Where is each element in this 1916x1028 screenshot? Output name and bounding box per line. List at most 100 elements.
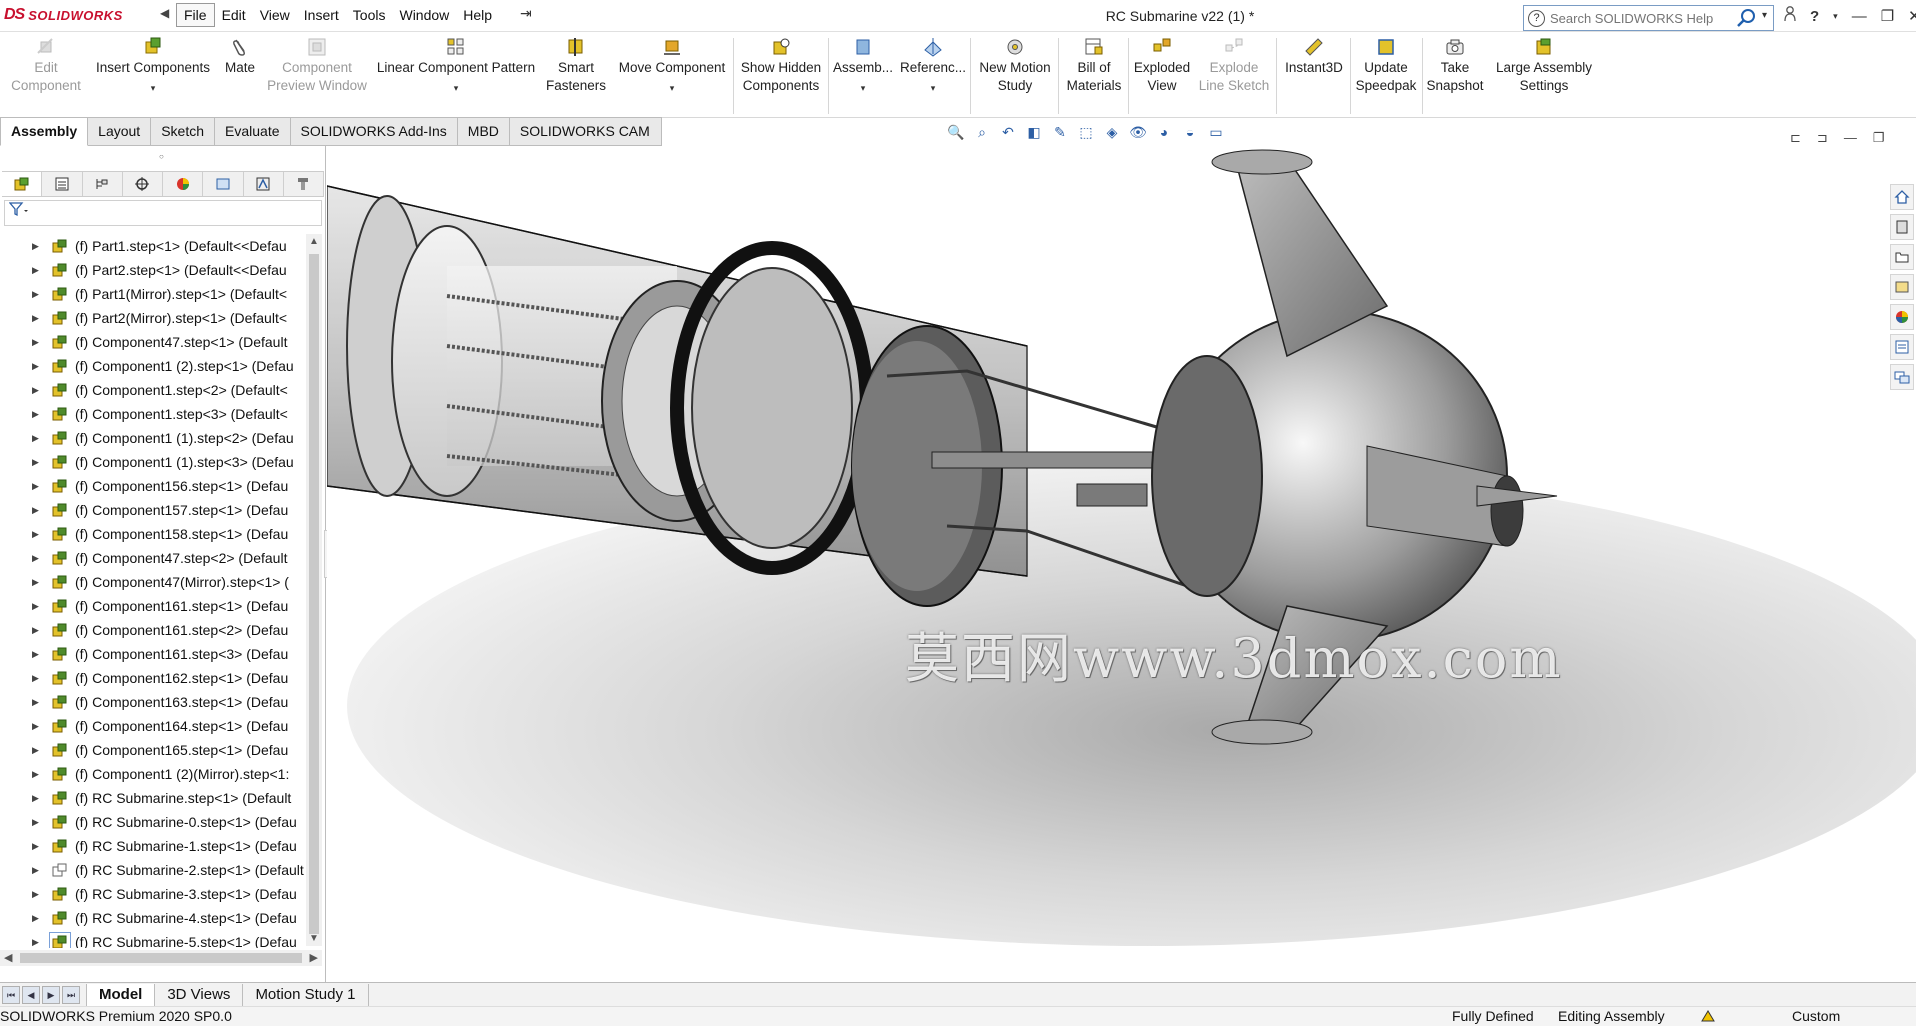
- smart-fasteners-button[interactable]: Smart Fasteners: [544, 36, 608, 95]
- tree-item[interactable]: ▶ (f) RC Submarine-2.step<1> (Default: [0, 858, 306, 882]
- tree-item[interactable]: ▶ (f) Component161.step<3> (Defau: [0, 642, 306, 666]
- tree-item[interactable]: ▶ (f) Component162.step<1> (Defau: [0, 666, 306, 690]
- move-component-dropdown-icon[interactable]: ▾: [670, 79, 675, 97]
- expand-arrow-icon[interactable]: ▶: [32, 649, 50, 660]
- scroll-right-icon[interactable]: ▶: [310, 951, 318, 964]
- explode-line-sketch-button[interactable]: Explode Line Sketch: [1196, 36, 1272, 95]
- expand-arrow-icon[interactable]: ▶: [32, 697, 50, 708]
- update-speedpak-button[interactable]: Update Speedpak: [1352, 36, 1420, 95]
- insert-components-dropdown-icon[interactable]: ▾: [151, 79, 156, 97]
- expand-arrow-icon[interactable]: ▶: [32, 745, 50, 756]
- take-snapshot-button[interactable]: Take Snapshot: [1424, 36, 1486, 95]
- reference-geometry-button[interactable]: Referenc... ▾: [898, 36, 968, 97]
- last-tab-icon[interactable]: ⏭: [62, 985, 80, 1004]
- scroll-thumb[interactable]: [309, 254, 319, 934]
- tree-item[interactable]: ▶ (f) Part2(Mirror).step<1> (Default<: [0, 306, 306, 330]
- tree-item[interactable]: ▶ (f) Component47.step<1> (Default: [0, 330, 306, 354]
- expand-arrow-icon[interactable]: ▶: [32, 433, 50, 444]
- tree-item[interactable]: ▶ (f) Component1 (2)(Mirror).step<1:: [0, 762, 306, 786]
- tree-item[interactable]: ▶ (f) Part2.step<1> (Default<<Defau: [0, 258, 306, 282]
- tab-layout[interactable]: Layout: [88, 117, 152, 146]
- expand-arrow-icon[interactable]: ▶: [32, 769, 50, 780]
- tab-3d-views[interactable]: 3D Views: [155, 983, 244, 1006]
- tree-item[interactable]: ▶ (f) Component47.step<2> (Default: [0, 546, 306, 570]
- menu-insert[interactable]: Insert: [297, 4, 346, 26]
- tab-assembly[interactable]: Assembly: [0, 117, 89, 146]
- expand-arrow-icon[interactable]: ▶: [32, 409, 50, 420]
- tree-horizontal-scrollbar[interactable]: ◀ ▶: [0, 950, 322, 966]
- expand-arrow-icon[interactable]: ▶: [32, 865, 50, 876]
- scroll-down-icon[interactable]: ▼: [309, 933, 319, 944]
- tab-propertymanager[interactable]: [42, 172, 83, 196]
- menu-view[interactable]: View: [253, 4, 297, 26]
- tree-vertical-scrollbar[interactable]: ▲ ▼: [306, 234, 322, 946]
- expand-arrow-icon[interactable]: ▶: [32, 361, 50, 372]
- pin-menu-icon[interactable]: ⇥: [520, 5, 532, 22]
- assembly-features-dropdown-icon[interactable]: ▾: [861, 79, 866, 97]
- search-dropdown-icon[interactable]: ▾: [1762, 10, 1767, 21]
- file-explorer-icon[interactable]: [1890, 244, 1914, 270]
- expand-arrow-icon[interactable]: ▶: [32, 265, 50, 276]
- filter-funnel-icon[interactable]: [8, 202, 29, 221]
- tab-cam-operations[interactable]: [244, 172, 284, 196]
- viewport-restore-icon[interactable]: ❐: [1873, 130, 1885, 146]
- expand-arrow-icon[interactable]: ▶: [32, 601, 50, 612]
- section-view-icon[interactable]: ◧: [1024, 122, 1044, 142]
- menu-help[interactable]: Help: [456, 4, 499, 26]
- apply-scene-icon[interactable]: ◒: [1180, 122, 1200, 142]
- tree-item[interactable]: ▶ (f) Component156.step<1> (Defau: [0, 474, 306, 498]
- menu-file[interactable]: File: [176, 3, 215, 27]
- dynamic-annotation-icon[interactable]: ✎: [1050, 122, 1070, 142]
- insert-components-button[interactable]: Insert Components ▾: [92, 36, 214, 97]
- expand-arrow-icon[interactable]: ▶: [32, 673, 50, 684]
- solidworks-resources-home-icon[interactable]: [1890, 184, 1914, 210]
- mate-button[interactable]: Mate: [218, 36, 262, 77]
- display-style-icon[interactable]: ◈: [1102, 122, 1122, 142]
- edit-appearance-icon[interactable]: ◕: [1154, 122, 1174, 142]
- tab-motion-study-1[interactable]: Motion Study 1: [243, 983, 369, 1006]
- reference-geometry-dropdown-icon[interactable]: ▾: [931, 79, 936, 97]
- tree-item[interactable]: ▶ (f) Component157.step<1> (Defau: [0, 498, 306, 522]
- first-tab-icon[interactable]: ⏮: [2, 985, 20, 1004]
- assembly-features-button[interactable]: Assemb... ▾: [832, 36, 894, 97]
- expand-arrow-icon[interactable]: ▶: [32, 457, 50, 468]
- tree-item[interactable]: ▶ (f) Component161.step<1> (Defau: [0, 594, 306, 618]
- tree-item[interactable]: ▶ (f) RC Submarine-1.step<1> (Defau: [0, 834, 306, 858]
- component-preview-window-button[interactable]: Component Preview Window: [262, 36, 372, 95]
- show-hidden-components-button[interactable]: Show Hidden Components: [736, 36, 826, 95]
- tree-item[interactable]: ▶ (f) Component1.step<3> (Default<: [0, 402, 306, 426]
- scroll-up-icon[interactable]: ▲: [309, 236, 319, 247]
- custom-properties-icon[interactable]: [1890, 334, 1914, 360]
- tree-filter-bar[interactable]: [4, 200, 322, 226]
- tree-item[interactable]: ▶ (f) Component164.step<1> (Defau: [0, 714, 306, 738]
- design-library-icon[interactable]: [1890, 214, 1914, 240]
- view-settings-icon[interactable]: ▭: [1206, 122, 1226, 142]
- tab-mbd[interactable]: MBD: [457, 117, 510, 146]
- rebuild-icon[interactable]: [1700, 1009, 1716, 1028]
- expand-arrow-icon[interactable]: ▶: [32, 577, 50, 588]
- tree-item[interactable]: ▶ (f) Component1 (1).step<3> (Defau: [0, 450, 306, 474]
- tree-item[interactable]: ▶ (f) Component161.step<2> (Defau: [0, 618, 306, 642]
- tree-item[interactable]: ▶ (f) Part1(Mirror).step<1> (Default<: [0, 282, 306, 306]
- tab-cam-feature-tree[interactable]: [203, 172, 244, 196]
- expand-arrow-icon[interactable]: ▶: [32, 721, 50, 732]
- expand-arrow-icon[interactable]: ▶: [32, 289, 50, 300]
- expand-arrow-icon[interactable]: ▶: [32, 817, 50, 828]
- menu-window[interactable]: Window: [392, 4, 456, 26]
- expand-arrow-icon[interactable]: ▶: [32, 385, 50, 396]
- view-orientation-icon[interactable]: ⬚: [1076, 122, 1096, 142]
- solidworks-logo[interactable]: DS SOLIDWORKS: [4, 2, 156, 28]
- exploded-view-button[interactable]: Exploded View: [1130, 36, 1194, 95]
- tab-configurationmanager[interactable]: [83, 172, 123, 196]
- tree-item[interactable]: ▶ (f) Component47(Mirror).step<1> (: [0, 570, 306, 594]
- view-palette-icon[interactable]: [1890, 274, 1914, 300]
- user-icon[interactable]: [1784, 6, 1796, 26]
- linear-component-pattern-button[interactable]: Linear Component Pattern ▾: [372, 36, 540, 97]
- large-assembly-settings-button[interactable]: Large Assembly Settings: [1488, 36, 1600, 95]
- zoom-to-area-icon[interactable]: ⌕: [972, 122, 992, 142]
- expand-menu-arrow-icon[interactable]: ◀: [160, 6, 169, 20]
- bill-of-materials-button[interactable]: Bill of Materials: [1062, 36, 1126, 95]
- previous-tab-icon[interactable]: ◀: [22, 985, 40, 1004]
- expand-arrow-icon[interactable]: ▶: [32, 553, 50, 564]
- help-dropdown-icon[interactable]: ▾: [1833, 11, 1838, 22]
